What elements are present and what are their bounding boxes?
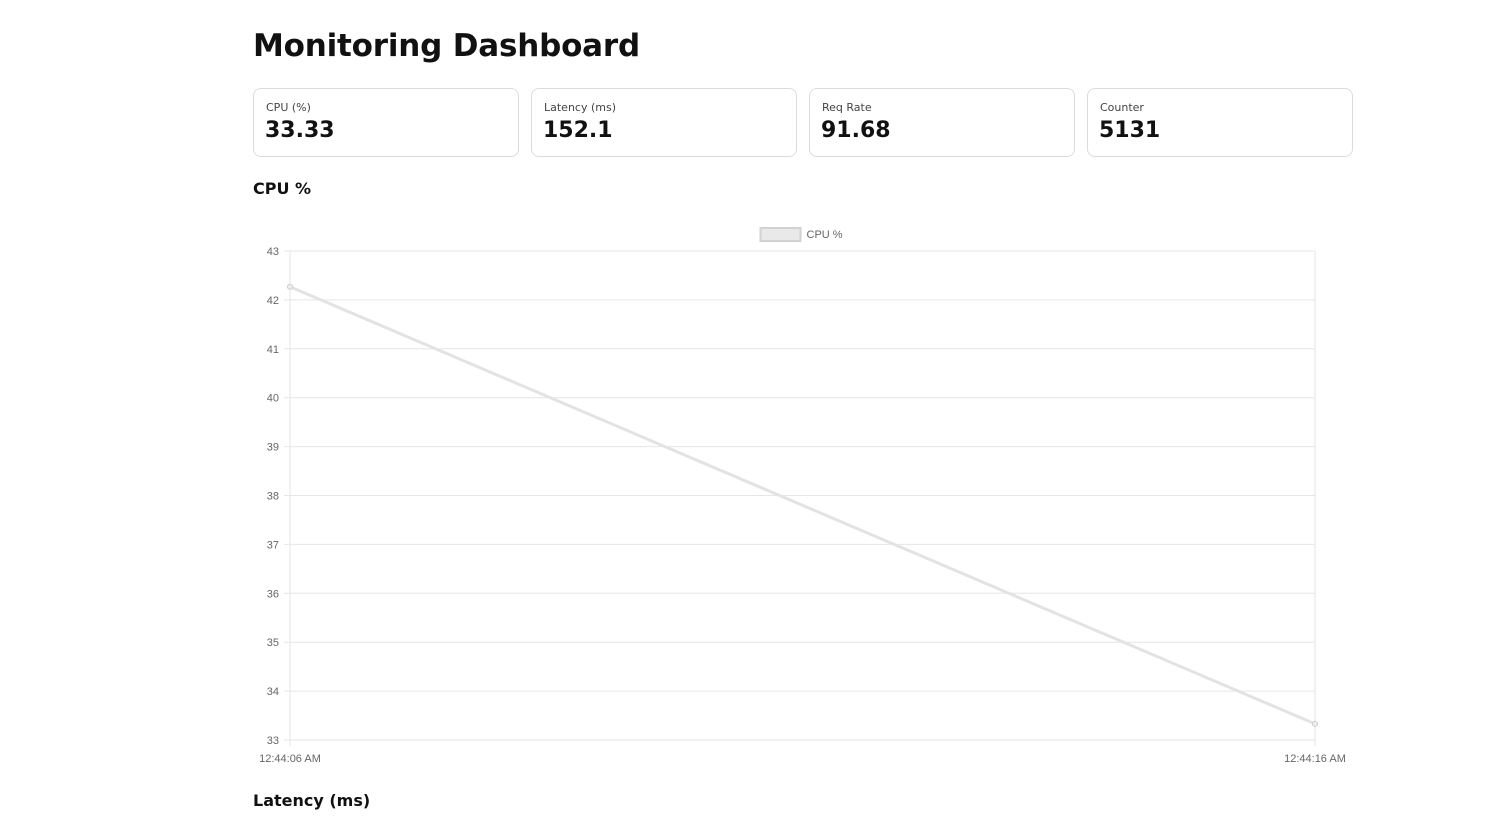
metric-label: Latency (ms): [544, 101, 617, 114]
metric-label: Counter: [1100, 101, 1144, 114]
cpu-chart[interactable]: 33 34 35 36 37 38 39 40 41 42 43 12:44:06 AM 12:44:1…: [250, 220, 1360, 780]
x-tick-label: 12:44:06 AM: [259, 753, 321, 765]
metric-card-cpu: CPU (%) 33.33: [253, 88, 519, 157]
legend-label: CPU %: [807, 229, 843, 241]
y-tick-label: 37: [267, 539, 279, 551]
series-line: [289, 285, 1316, 726]
cpu-chart-title: CPU %: [253, 179, 312, 198]
metric-card-req-rate: Req Rate 91.68: [809, 88, 1075, 157]
y-tick-label: 35: [267, 637, 279, 649]
y-tick-label: 43: [267, 246, 279, 258]
y-tick-label: 33: [267, 735, 279, 747]
y-tick-label: 41: [267, 344, 279, 356]
data-point: [1312, 720, 1318, 727]
x-tick-label: 12:44:16 AM: [1284, 753, 1346, 765]
metric-label: CPU (%): [266, 101, 311, 114]
metric-card-latency: Latency (ms) 152.1: [531, 88, 797, 157]
metric-card-counter: Counter 5131: [1087, 88, 1353, 157]
y-tick-label: 40: [267, 393, 279, 405]
y-tick-label: 34: [267, 686, 279, 698]
metric-value: 152.1: [543, 118, 613, 143]
metric-value: 91.68: [821, 118, 891, 143]
page-title: Monitoring Dashboard: [253, 28, 640, 64]
metric-value: 33.33: [265, 118, 335, 143]
metric-value: 5131: [1099, 118, 1161, 143]
metric-label: Req Rate: [822, 101, 872, 114]
y-tick-label: 38: [267, 491, 279, 503]
data-point: [287, 283, 293, 290]
y-tick-label: 36: [267, 588, 279, 600]
y-tick-label: 39: [267, 442, 279, 454]
latency-chart-title: Latency (ms): [253, 791, 371, 810]
y-tick-label: 42: [267, 295, 279, 307]
cpu-line-chart[interactable]: 33 34 35 36 37 38 39 40 41 42 43 12:44:06 AM 12:44:1…: [250, 220, 1360, 780]
metric-cards: CPU (%) 33.33 Latency (ms) 152.1 Req Rat…: [253, 88, 1353, 157]
legend-swatch: [759, 227, 802, 242]
